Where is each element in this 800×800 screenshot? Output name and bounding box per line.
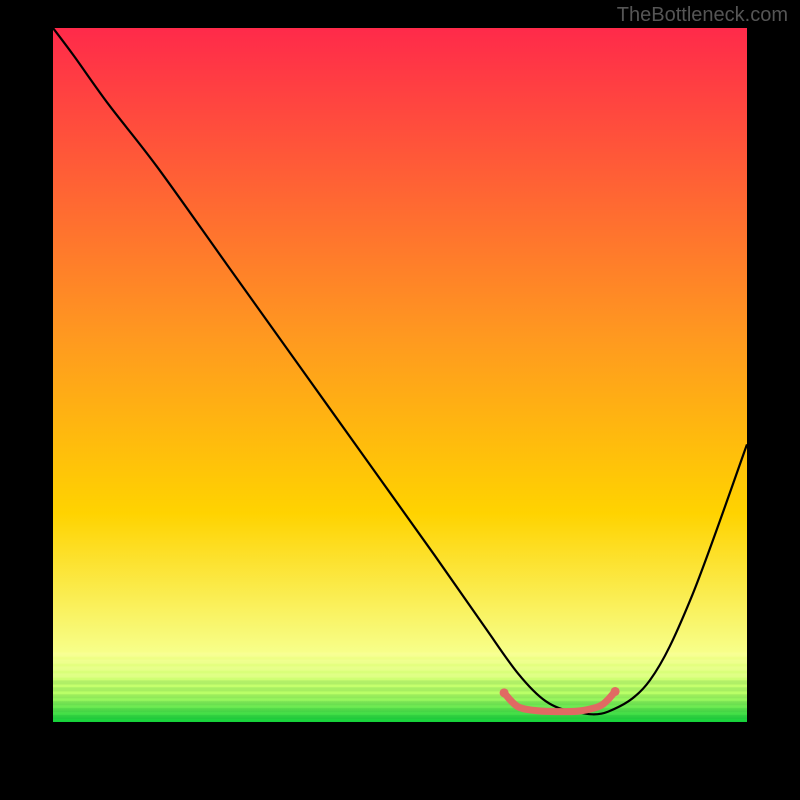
gradient-background <box>53 28 747 722</box>
highlight-endpoint <box>611 687 620 696</box>
chart-container <box>53 28 747 722</box>
highlight-endpoint <box>500 688 509 697</box>
chart-svg <box>53 28 747 722</box>
watermark-text: TheBottleneck.com <box>617 4 788 27</box>
